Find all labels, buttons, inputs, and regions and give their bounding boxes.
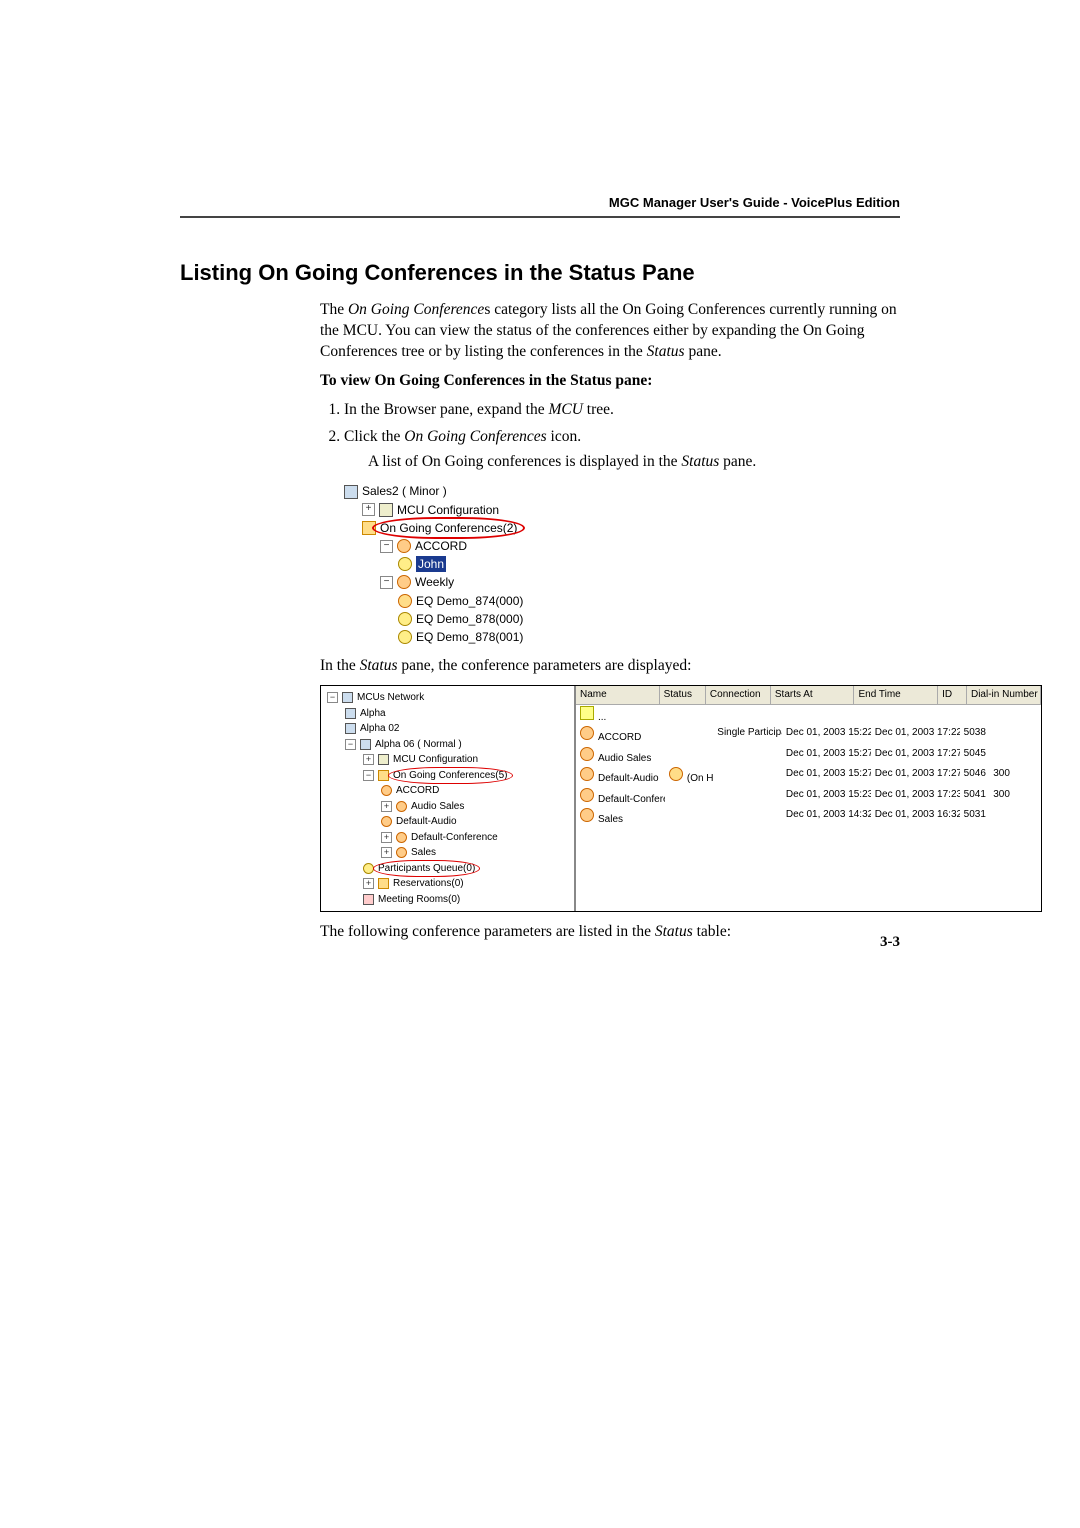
status-tree-mr[interactable]: Meeting Rooms(0) — [327, 892, 570, 908]
tree-participant-john[interactable]: John — [344, 555, 704, 573]
status-tree-mcucfg[interactable]: + MCU Configuration — [327, 752, 570, 768]
user-icon — [398, 630, 412, 644]
grid-header-row: Name Status Connection Starts At End Tim… — [576, 686, 1041, 705]
grid-row[interactable]: ACCORD Single Participant; Dec 01, 2003 … — [576, 725, 1041, 746]
grid-row[interactable]: Audio Sales Dec 01, 2003 15:27:01 Dec 01… — [576, 746, 1041, 767]
status-tree-pq[interactable]: Participants Queue(0) — [327, 861, 570, 877]
people-icon — [580, 788, 594, 802]
browser-tree-figure: Sales2 ( Minor ) + MCU Configuration On … — [344, 482, 704, 646]
collapse-toggle[interactable]: − — [327, 692, 338, 703]
grid-header-conn[interactable]: Connection — [706, 686, 771, 704]
grid-row-up[interactable]: ... — [576, 705, 1041, 726]
user-icon — [398, 557, 412, 571]
meeting-room-icon — [363, 894, 374, 905]
collapse-toggle[interactable]: − — [345, 739, 356, 750]
grid-row[interactable]: Default-Audio (On Hold); Dec 01, 2003 15… — [576, 766, 1041, 787]
tree-ongoing[interactable]: On Going Conferences(2) — [344, 519, 704, 537]
tree-mcu-config[interactable]: + MCU Configuration — [344, 501, 704, 519]
people-icon — [381, 816, 392, 827]
tree-participant-eq2[interactable]: EQ Demo_878(000) — [344, 610, 704, 628]
grid-row[interactable]: Sales Dec 01, 2003 14:32:14 Dec 01, 2003… — [576, 807, 1041, 828]
collapse-toggle[interactable]: − — [380, 576, 393, 589]
status-grid-panel: Name Status Connection Starts At End Tim… — [576, 686, 1041, 911]
page-number: 3-3 — [880, 934, 900, 951]
server-icon — [345, 723, 356, 734]
step-2-result: A list of On Going conferences is displa… — [368, 452, 900, 473]
grid-header-end[interactable]: End Time — [854, 686, 938, 704]
after-figure2-text: The following conference parameters are … — [320, 922, 900, 943]
people-icon — [396, 832, 407, 843]
people-icon — [580, 726, 594, 740]
intro-paragraph: The On Going Conferences category lists … — [320, 300, 900, 363]
reservations-icon — [378, 878, 389, 889]
tree-participant-eq3[interactable]: EQ Demo_878(001) — [344, 628, 704, 646]
server-icon — [344, 485, 358, 499]
steps-list: In the Browser pane, expand the MCU tree… — [320, 400, 900, 646]
status-tree-alpha[interactable]: Alpha — [327, 706, 570, 722]
grid-row[interactable]: Default-Conference Dec 01, 2003 15:23:10… — [576, 787, 1041, 808]
server-icon — [360, 739, 371, 750]
people-icon — [396, 847, 407, 858]
after-tree-text: In the Status pane, the conference param… — [320, 656, 900, 677]
status-tree-defaudio[interactable]: Default-Audio — [327, 814, 570, 830]
status-tree-alpha02[interactable]: Alpha 02 — [327, 721, 570, 737]
group-icon — [398, 594, 412, 608]
status-tree-sales[interactable]: + Sales — [327, 845, 570, 861]
expand-toggle[interactable]: + — [363, 878, 374, 889]
tree-root[interactable]: Sales2 ( Minor ) — [344, 482, 704, 500]
grid-header-status[interactable]: Status — [660, 686, 706, 704]
people-icon — [396, 801, 407, 812]
step-1: In the Browser pane, expand the MCU tree… — [344, 400, 900, 421]
network-icon — [342, 692, 353, 703]
collapse-toggle[interactable]: − — [380, 540, 393, 553]
grid-header-name[interactable]: Name — [576, 686, 660, 704]
grid-header-id[interactable]: ID — [938, 686, 967, 704]
conference-folder-icon — [362, 521, 376, 535]
queue-icon — [363, 863, 374, 874]
tree-item-accord-parent[interactable]: − ACCORD — [344, 537, 704, 555]
status-tree-audiosales[interactable]: + Audio Sales — [327, 799, 570, 815]
hold-icon — [669, 767, 683, 781]
people-icon — [397, 575, 411, 589]
expand-toggle[interactable]: + — [381, 801, 392, 812]
up-folder-icon — [580, 706, 594, 720]
expand-toggle[interactable]: + — [381, 832, 392, 843]
howto-heading: To view On Going Conferences in the Stat… — [320, 371, 900, 392]
expand-toggle[interactable]: + — [381, 847, 392, 858]
people-icon — [397, 539, 411, 553]
gear-icon — [379, 503, 393, 517]
tree-item-weekly[interactable]: − Weekly — [344, 573, 704, 591]
people-icon — [381, 785, 392, 796]
server-icon — [345, 708, 356, 719]
people-icon — [580, 808, 594, 822]
status-tree-panel: − MCUs Network Alpha Alpha 02 − — [321, 686, 576, 911]
expand-toggle[interactable]: + — [362, 503, 375, 516]
people-icon — [580, 767, 594, 781]
status-tree-root[interactable]: − MCUs Network — [327, 690, 570, 706]
section-title: Listing On Going Conferences in the Stat… — [180, 260, 900, 286]
header-title: MGC Manager User's Guide - VoicePlus Edi… — [609, 195, 900, 210]
conference-folder-icon — [378, 770, 389, 781]
user-icon — [398, 612, 412, 626]
expand-toggle[interactable]: + — [363, 754, 374, 765]
collapse-toggle[interactable]: − — [363, 770, 374, 781]
status-tree-alpha06[interactable]: − Alpha 06 ( Normal ) — [327, 737, 570, 753]
grid-header-start[interactable]: Starts At — [771, 686, 855, 704]
step-2: Click the On Going Conferences icon. A l… — [344, 427, 900, 647]
grid-header-dial[interactable]: Dial-in Number — [967, 686, 1041, 704]
status-tree-ongoing[interactable]: − On Going Conferences(5) — [327, 768, 570, 784]
page-header: MGC Manager User's Guide - VoicePlus Edi… — [180, 195, 900, 218]
status-tree-defconf[interactable]: + Default-Conference — [327, 830, 570, 846]
tree-participant-eq1[interactable]: EQ Demo_874(000) — [344, 592, 704, 610]
people-icon — [580, 747, 594, 761]
status-tree-accord[interactable]: ACCORD — [327, 783, 570, 799]
gear-icon — [378, 754, 389, 765]
status-tree-res[interactable]: + Reservations(0) — [327, 876, 570, 892]
status-pane-figure: − MCUs Network Alpha Alpha 02 − — [320, 685, 1042, 912]
